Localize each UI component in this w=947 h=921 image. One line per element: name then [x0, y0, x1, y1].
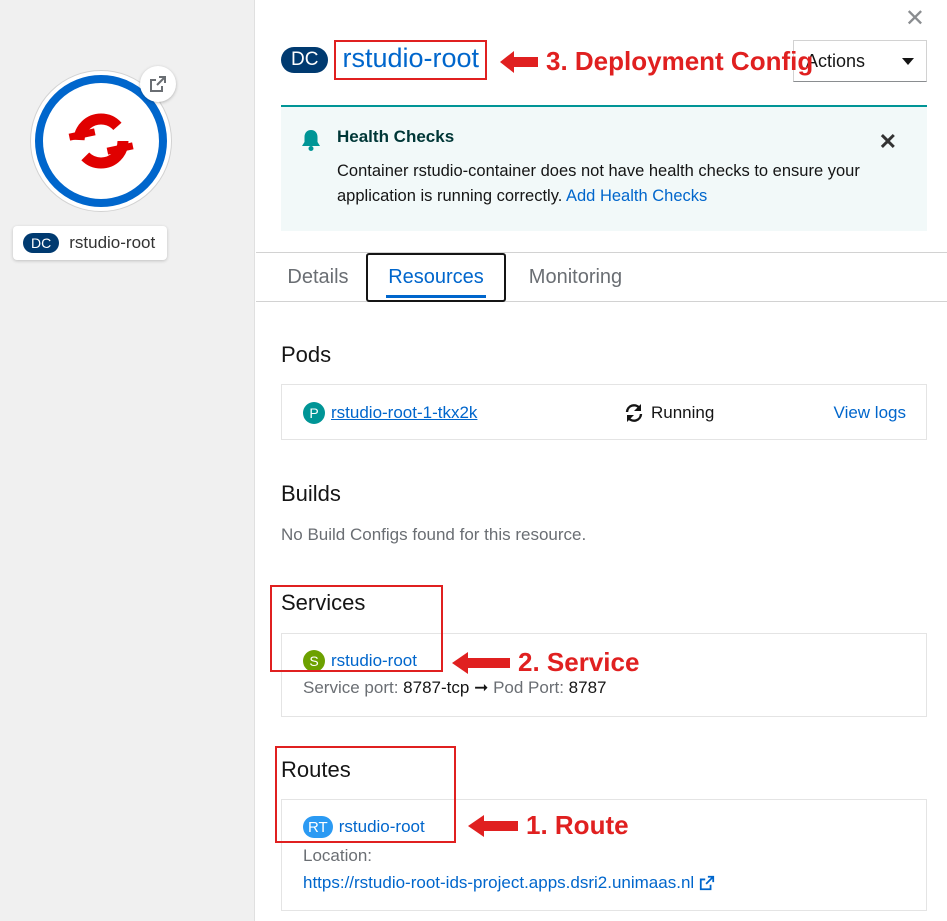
- alert-body: Container rstudio-container does not hav…: [337, 159, 907, 209]
- red-arrow-icon: [500, 50, 538, 73]
- pod-card: P rstudio-root-1-tkx2k Running View logs: [281, 384, 927, 440]
- pod-port-value: 8787: [568, 678, 607, 697]
- route-url-link[interactable]: https://rstudio-root-ids-project.apps.ds…: [303, 873, 694, 893]
- node-name: rstudio-root: [69, 233, 156, 252]
- arrow-right-icon: ➞: [474, 678, 489, 697]
- annotation-deployment-config: 3. Deployment Config: [500, 46, 813, 77]
- tab-bar: Details Resources Monitoring: [256, 252, 947, 302]
- annotation-route: 1. Route: [468, 810, 629, 841]
- side-panel: ✕ DC rstudio-root Actions 3. Deployment …: [256, 0, 947, 921]
- alert-close-icon[interactable]: ✕: [879, 129, 897, 155]
- service-port-value: 8787-tcp: [403, 678, 470, 697]
- bell-icon: [302, 130, 320, 151]
- tab-resources[interactable]: Resources: [366, 253, 506, 302]
- active-tab-indicator: [386, 295, 486, 298]
- alert-body-line2: application is running correctly.: [337, 187, 563, 205]
- sync-icon: [625, 404, 643, 422]
- actions-label: Actions: [806, 50, 866, 71]
- pod-status: Running: [651, 403, 715, 422]
- caret-down-icon: [902, 57, 914, 65]
- close-icon[interactable]: ✕: [905, 4, 925, 33]
- openshift-logo-icon: [63, 103, 139, 179]
- page-title: rstudio-root: [334, 40, 488, 80]
- alert-body-line1: Container rstudio-container does not hav…: [337, 162, 860, 180]
- health-checks-alert: Health Checks Container rstudio-containe…: [281, 105, 927, 231]
- red-arrow-icon: [468, 814, 518, 837]
- builds-heading: Builds: [281, 481, 341, 506]
- external-link-icon[interactable]: [699, 875, 715, 891]
- annotation-service: 2. Service: [452, 647, 639, 678]
- service-port-label: Service port:: [303, 678, 399, 697]
- view-logs-cell: View logs: [834, 385, 906, 441]
- service-highlight-box: [270, 585, 443, 672]
- pod-badge: P: [303, 402, 325, 424]
- node-label[interactable]: DC rstudio-root: [13, 226, 168, 260]
- tab-resources-label: Resources: [388, 266, 484, 288]
- tab-monitoring[interactable]: Monitoring: [518, 253, 633, 302]
- dc-badge: DC: [23, 233, 60, 253]
- topology-canvas: DC rstudio-root: [0, 0, 255, 921]
- location-label: Location:: [303, 846, 372, 865]
- dc-badge: DC: [281, 46, 329, 73]
- pods-heading: Pods: [281, 342, 332, 367]
- builds-empty-text: No Build Configs found for this resource…: [281, 525, 587, 544]
- panel-header: DC rstudio-root: [281, 40, 488, 80]
- pod-name-cell: P rstudio-root-1-tkx2k: [303, 385, 477, 441]
- view-logs-link[interactable]: View logs: [834, 403, 906, 423]
- red-arrow-icon: [452, 651, 510, 674]
- pod-link[interactable]: rstudio-root-1-tkx2k: [331, 403, 477, 423]
- pod-port-label: Pod Port:: [493, 678, 564, 697]
- alert-title: Health Checks: [337, 127, 455, 146]
- pod-status-cell: Running: [624, 385, 714, 441]
- route-highlight-box: [275, 746, 456, 843]
- location-row: https://rstudio-root-ids-project.apps.ds…: [303, 873, 715, 893]
- tab-details[interactable]: Details: [276, 253, 360, 302]
- service-port-row: Service port: 8787-tcp ➞ Pod Port: 8787: [303, 678, 607, 698]
- add-health-checks-link[interactable]: Add Health Checks: [566, 187, 707, 205]
- external-link-icon[interactable]: [140, 66, 176, 102]
